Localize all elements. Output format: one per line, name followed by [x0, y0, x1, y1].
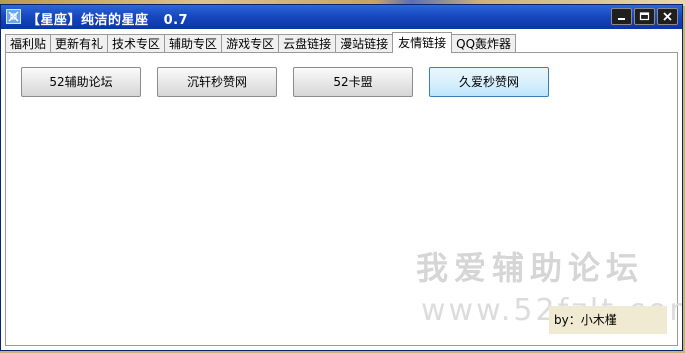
tab-yunpan-lianjie[interactable]: 云盘链接	[278, 34, 337, 53]
app-window: 【星座】纯洁的星座 0.7 福利贴 更新有礼 技术专区 辅助专区 游戏专区 云盘…	[0, 4, 683, 351]
tab-fulitie[interactable]: 福利贴	[5, 34, 52, 53]
tab-panel-links: 52辅助论坛 沉轩秒赞网 52卡盟 久爱秒赞网 我爱辅助论坛 www.52fzl…	[5, 52, 682, 346]
tab-gengxin-youli[interactable]: 更新有礼	[50, 34, 109, 53]
tab-qq-hongzhaqi[interactable]: QQ轰炸器	[451, 34, 517, 53]
tab-youxi-zhuanqu[interactable]: 游戏专区	[221, 34, 280, 53]
watermark-text: 我爱辅助论坛	[416, 249, 645, 287]
close-icon	[663, 12, 672, 21]
link-button-jiuai[interactable]: 久爱秒赞网	[429, 67, 549, 97]
link-button-52kameng[interactable]: 52卡盟	[293, 67, 413, 97]
link-button-52fuzhu[interactable]: 52辅助论坛	[21, 67, 141, 97]
tab-manzhan-lianjie[interactable]: 漫站链接	[335, 34, 394, 53]
close-button[interactable]	[657, 8, 678, 25]
title-bar[interactable]: 【星座】纯洁的星座 0.7	[1, 5, 682, 29]
maximize-button[interactable]	[634, 8, 655, 25]
tab-jishu-zhuanqu[interactable]: 技术专区	[107, 34, 166, 53]
maximize-icon	[639, 12, 650, 21]
window-title: 【星座】纯洁的星座 0.7	[27, 13, 189, 28]
minimize-button[interactable]	[611, 8, 632, 25]
author-label: by：小木槿	[549, 306, 667, 334]
link-button-chenxuan[interactable]: 沉轩秒赞网	[157, 67, 277, 97]
window-controls	[611, 8, 678, 25]
tab-fuzhu-zhuanqu[interactable]: 辅助专区	[164, 34, 223, 53]
tab-strip: 福利贴 更新有礼 技术专区 辅助专区 游戏专区 云盘链接 漫站链接 友情链接 Q…	[5, 32, 517, 53]
tab-youqing-lianjie[interactable]: 友情链接	[392, 32, 453, 53]
app-icon	[6, 9, 21, 24]
minimize-icon	[618, 18, 625, 20]
